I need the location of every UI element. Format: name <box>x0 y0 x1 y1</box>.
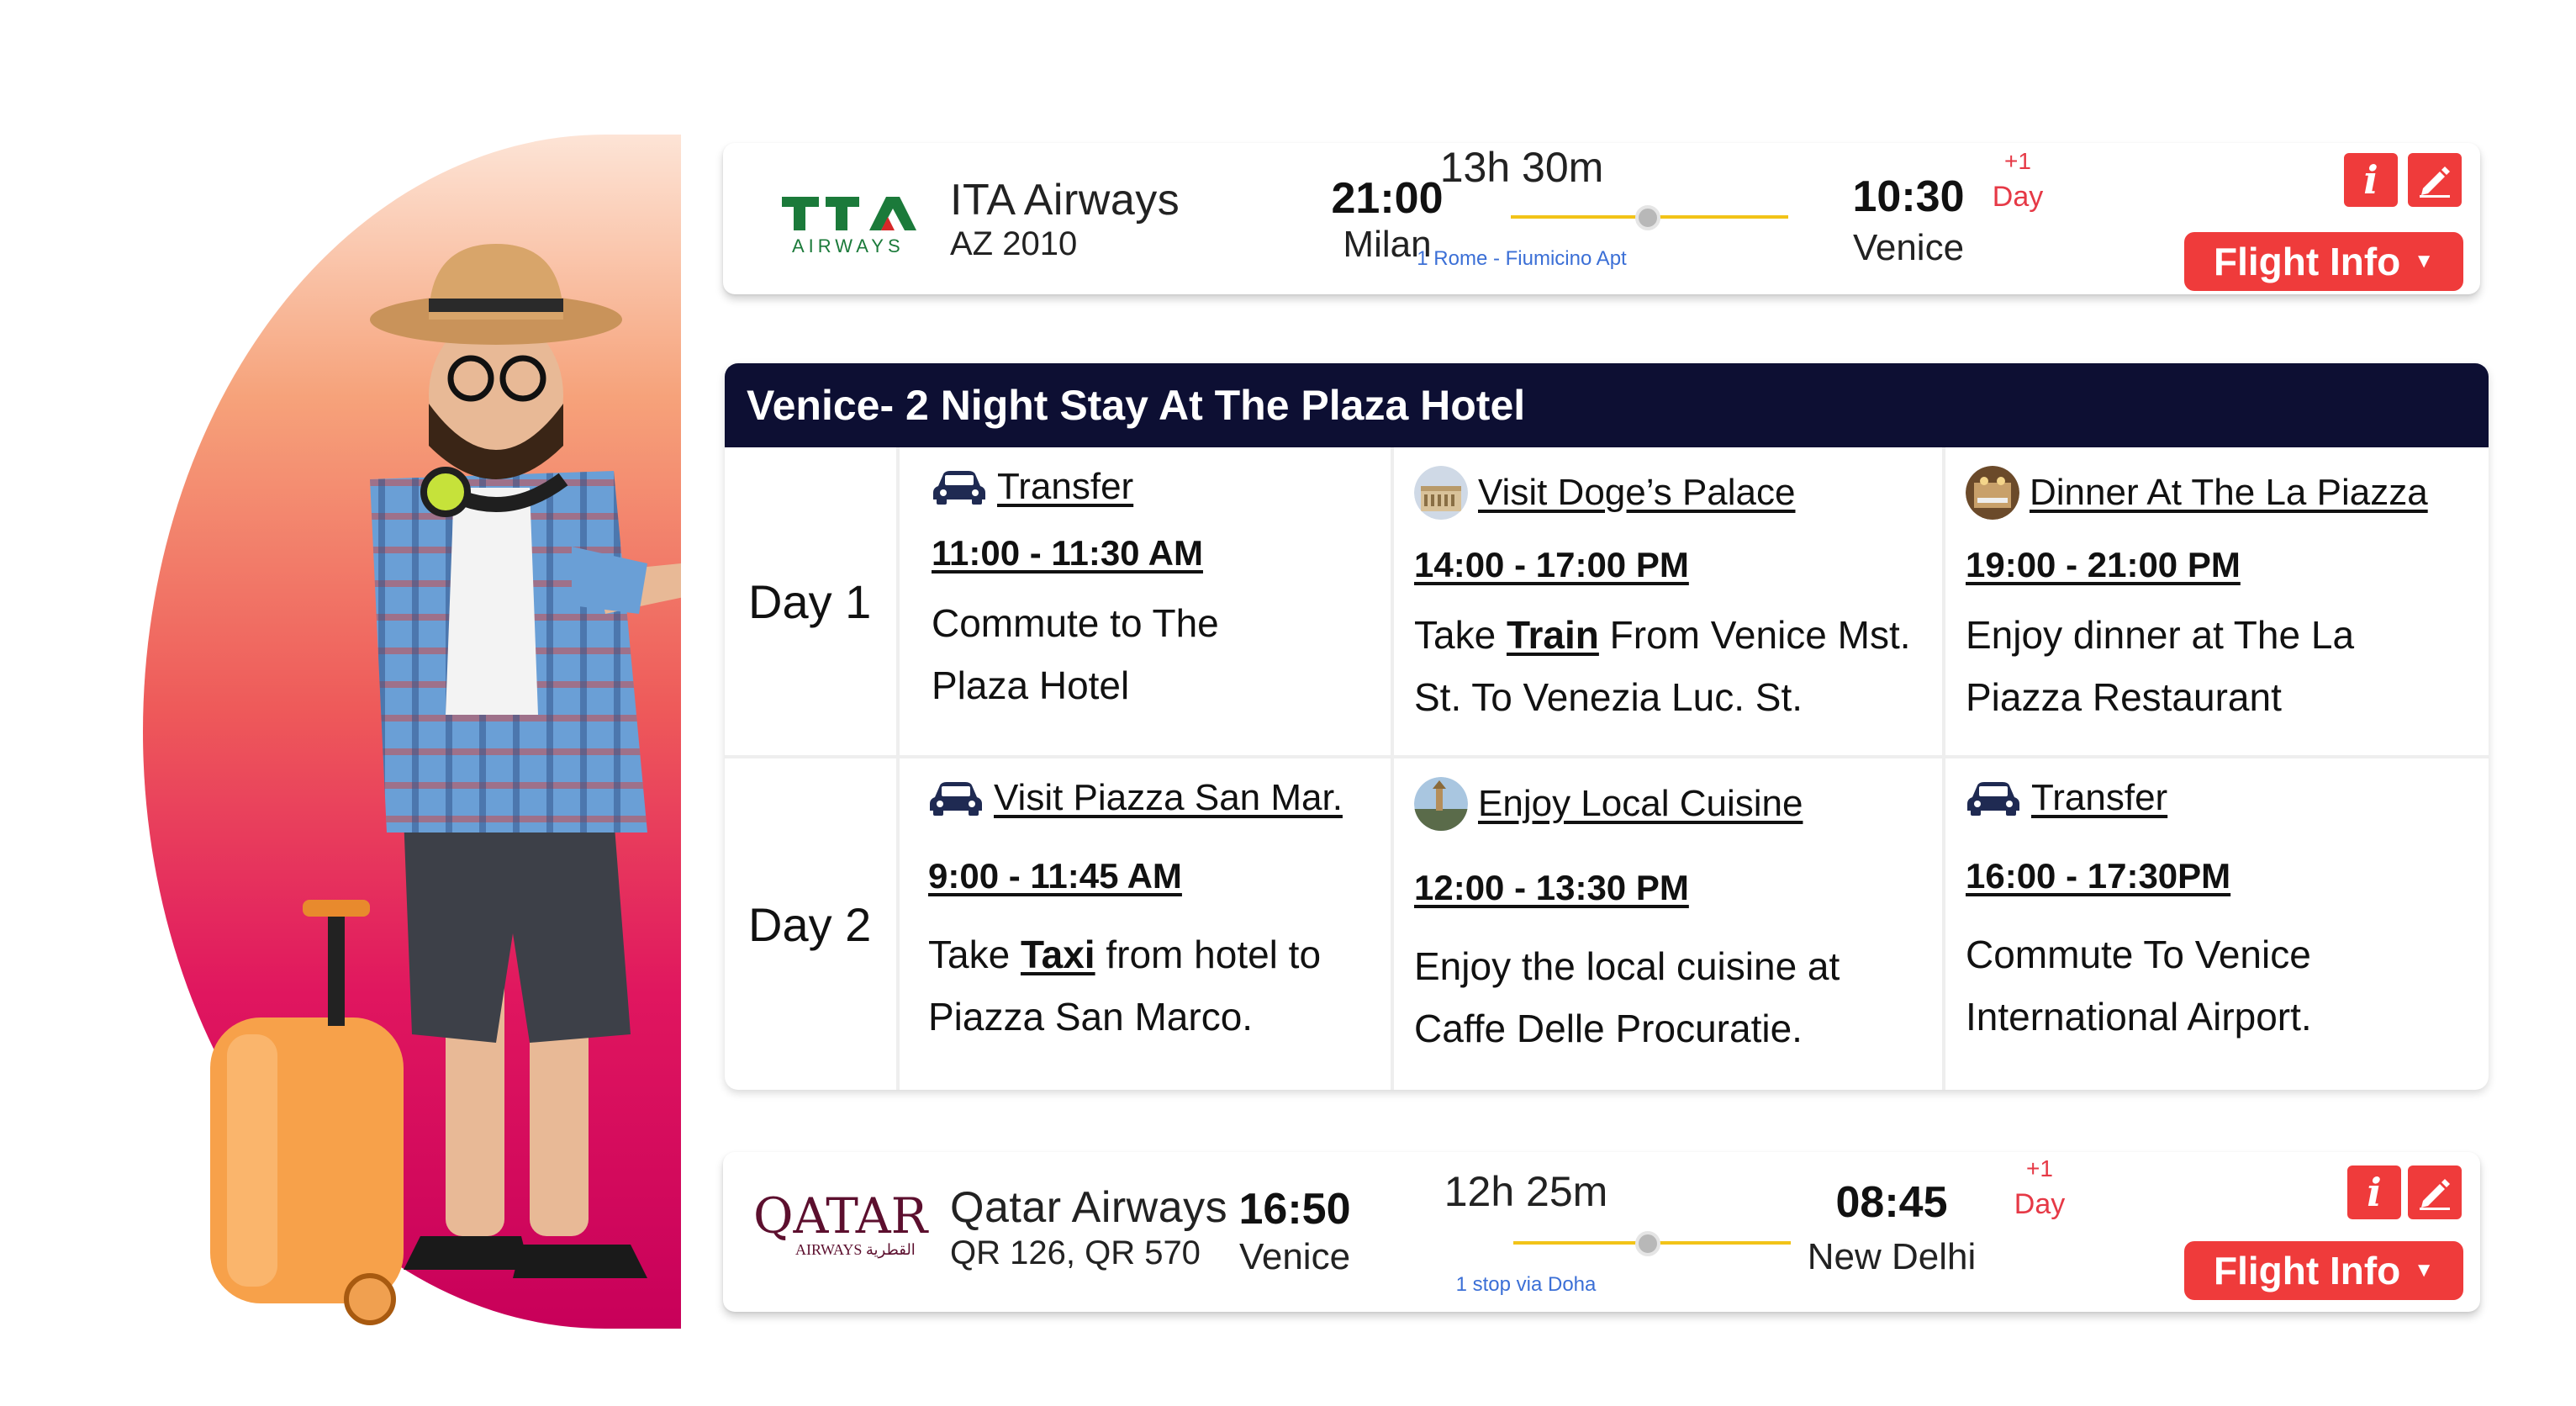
car-icon <box>930 782 982 816</box>
palace-thumbnail <box>1414 466 1468 520</box>
flight-info-button[interactable]: Flight Info ▼ <box>2184 232 2463 291</box>
activity-link[interactable]: Enjoy Local Cuisine <box>1478 783 1803 825</box>
plus-one: +1 <box>2004 148 2031 174</box>
svg-text:AIRWAYS: AIRWAYS <box>792 235 905 256</box>
activity-link[interactable]: Dinner At The La Piazza <box>2030 472 2428 514</box>
svg-text:AIRWAYS القطرية: AIRWAYS القطرية <box>795 1241 916 1259</box>
activity-description: Commute To Venice International Airport. <box>1966 933 2312 1039</box>
travel-itinerary-page: AIRWAYS ITA Airways AZ 2010 21:00 Milan … <box>0 0 2576 1406</box>
transport-mode: Train <box>1506 613 1599 657</box>
flight-duration: 13h 30m <box>1439 144 1604 191</box>
airline-name: Qatar Airways <box>950 1183 1228 1232</box>
activity-time: 11:00 - 11:30 AM <box>932 533 1203 573</box>
itinerary-title: Venice- 2 Night Stay At The Plaza Hotel <box>725 363 2489 447</box>
activity-link[interactable]: Visit Doge’s Palace <box>1478 472 1795 514</box>
arrival-city: New Delhi <box>1807 1236 1977 1277</box>
flight-card-return: QATAR AIRWAYS القطرية Qatar Airways QR 1… <box>723 1152 2480 1312</box>
cuisine-thumbnail <box>1414 777 1468 831</box>
activity-description: Enjoy dinner at The La Piazza Restaurant <box>1966 613 2355 719</box>
activity-cell: Visit Piazza San Mar. 9:00 - 11:45 AM Ta… <box>900 758 1394 1090</box>
info-icon: i <box>2367 1170 2382 1215</box>
activity-time: 12:00 - 13:30 PM <box>1414 868 1689 907</box>
qatar-airways-logo: QATAR AIRWAYS القطرية <box>753 1189 930 1259</box>
info-icon: i <box>2363 157 2378 203</box>
airline-name: ITA Airways <box>950 176 1180 225</box>
info-button[interactable]: i <box>2344 153 2398 207</box>
ita-airways-logo: AIRWAYS <box>782 197 916 256</box>
activity-link[interactable]: Visit Piazza San Mar. <box>994 777 1343 819</box>
activity-cell: Visit Doge’s Palace 14:00 - 17:00 PM Tak… <box>1394 447 1945 758</box>
activity-description: Take Train From Venice Mst. St. To Venez… <box>1414 613 1911 719</box>
transport-mode: Taxi <box>1020 933 1095 976</box>
day-label: Day <box>2014 1188 2066 1221</box>
route-note: 1 Rome - Fiumicino Apt <box>1417 247 1627 270</box>
activity-time: 14:00 - 17:00 PM <box>1414 545 1689 584</box>
activity-time: 9:00 - 11:45 AM <box>928 856 1182 896</box>
activity-description: Take Taxi from hotel to Piazza San Marco… <box>928 933 1322 1039</box>
car-icon <box>1967 782 2019 816</box>
activity-time: 16:00 - 17:30PM <box>1966 856 2231 896</box>
day-label-2: Day 2 <box>725 758 900 1090</box>
pencil-icon <box>2420 1179 2450 1210</box>
activity-time: 19:00 - 21:00 PM <box>1966 545 2241 584</box>
day-label: Day <box>1992 181 2044 214</box>
activity-description: Enjoy the local cuisine at Caffe Delle P… <box>1414 944 1840 1050</box>
flight-number: QR 126, QR 570 <box>950 1234 1201 1271</box>
activity-link[interactable]: Transfer <box>2031 777 2167 819</box>
next-day-indicator: +1 Day <box>1984 145 2051 218</box>
car-icon <box>933 471 985 505</box>
arrival-time: 10:30 <box>1852 172 1965 221</box>
edit-button[interactable] <box>2408 1166 2462 1219</box>
chevron-down-icon: ▼ <box>2414 250 2435 272</box>
itinerary-table: Venice- 2 Night Stay At The Plaza Hotel … <box>725 363 2489 1090</box>
next-day-indicator: +1 Day <box>2006 1152 2073 1225</box>
svg-text:QATAR: QATAR <box>753 1189 930 1245</box>
hero-illustration <box>143 135 681 1329</box>
activity-link[interactable]: Transfer <box>997 466 1133 508</box>
arrival-time: 08:45 <box>1835 1178 1948 1227</box>
chevron-down-icon: ▼ <box>2414 1259 2435 1282</box>
flight-info-label: Flight Info <box>2213 240 2401 283</box>
flight-duration: 12h 25m <box>1444 1168 1608 1215</box>
traveler-illustration <box>210 244 681 1325</box>
flight-info-label: Flight Info <box>2213 1249 2401 1292</box>
activity-cell: Transfer 16:00 - 17:30PM Commute To Veni… <box>1945 758 2489 1090</box>
info-button[interactable]: i <box>2347 1166 2401 1219</box>
flight-number: AZ 2010 <box>950 225 1078 262</box>
plus-one: +1 <box>2026 1155 2053 1181</box>
arrival-city: Venice <box>1852 227 1965 268</box>
day-label-1: Day 1 <box>725 447 900 758</box>
restaurant-thumbnail <box>1966 466 2019 520</box>
flight-card-outbound: AIRWAYS ITA Airways AZ 2010 21:00 Milan … <box>723 143 2480 294</box>
activity-description: Commute to The Plaza Hotel <box>932 601 1219 707</box>
stop-marker <box>1635 205 1660 230</box>
flight-info-button[interactable]: Flight Info ▼ <box>2184 1241 2463 1300</box>
pencil-icon <box>2420 166 2450 198</box>
departure-time: 16:50 <box>1238 1185 1351 1234</box>
activity-cell: Enjoy Local Cuisine 12:00 - 13:30 PM Enj… <box>1394 758 1945 1090</box>
activity-cell: Transfer 11:00 - 11:30 AM Commute to The… <box>900 447 1394 758</box>
departure-city: Venice <box>1238 1236 1351 1277</box>
activity-cell: Dinner At The La Piazza 19:00 - 21:00 PM… <box>1945 447 2489 758</box>
edit-button[interactable] <box>2408 153 2462 207</box>
stop-marker <box>1635 1231 1660 1256</box>
route-note: 1 stop via Doha <box>1455 1273 1597 1296</box>
